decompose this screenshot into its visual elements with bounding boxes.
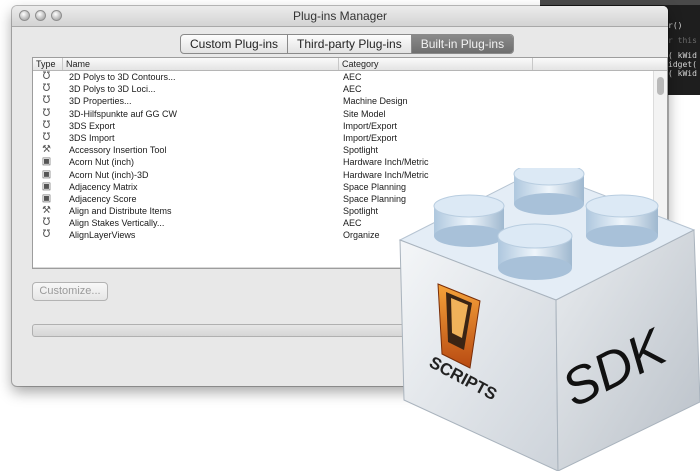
code-line: r this (668, 36, 697, 45)
script-icon: ℧ (42, 83, 51, 95)
editor-toolbar (540, 0, 700, 5)
plugin-name: Acorn Nut (inch) (69, 157, 135, 168)
code-line: ( kWid (668, 69, 697, 78)
window-title: Plug-ins Manager (292, 9, 388, 23)
column-header-extra (533, 58, 653, 70)
script-icon: ℧ (42, 119, 51, 131)
plugin-category: Spotlight (343, 145, 379, 156)
plugin-name: 3D Properties... (69, 96, 132, 107)
object-icon: ▣ (41, 180, 52, 192)
code-line: ( kWid (668, 51, 697, 60)
wrench-icon: ⚒ (42, 144, 51, 156)
plugin-name: 3DS Import (69, 132, 115, 143)
plugin-name: Acorn Nut (inch)-3D (69, 169, 149, 180)
script-icon: ℧ (42, 107, 51, 119)
plugin-category: Import/Export (343, 132, 398, 143)
plugin-name: Adjacency Score (69, 193, 137, 204)
plugin-category: Site Model (343, 108, 386, 119)
plugin-category: Hardware Inch/Metric (343, 157, 429, 168)
object-icon: ▣ (41, 156, 52, 168)
column-header-name[interactable]: Name (63, 58, 339, 70)
plugin-category: AEC (343, 218, 362, 229)
plugin-type-tabs: Custom Plug-ins Third-party Plug-ins Bui… (180, 34, 515, 54)
table-row[interactable]: ℧ 3D Polys to 3D Loci... AEC (33, 83, 653, 95)
plugin-name: 3D Polys to 3D Loci... (69, 84, 156, 95)
plugin-name: Accessory Insertion Tool (69, 145, 167, 156)
table-header: Type Name Category (33, 58, 667, 71)
plugin-name: Align Stakes Vertically... (69, 218, 165, 229)
plugin-name: Align and Distribute Items (69, 206, 172, 217)
plugin-category: AEC (343, 72, 362, 82)
code-line: r() (668, 21, 683, 30)
scrollbar-thumb[interactable] (657, 77, 664, 95)
plugin-name: 3D-Hilfspunkte auf GG CW (69, 108, 178, 119)
script-icon: ℧ (42, 95, 51, 107)
script-icon: ℧ (42, 131, 51, 143)
plugin-name: Adjacency Matrix (69, 181, 138, 192)
column-header-type[interactable]: Type (33, 58, 63, 70)
script-icon: ℧ (42, 71, 51, 82)
script-icon: ℧ (42, 217, 51, 229)
plugin-name: 3DS Export (69, 120, 116, 131)
title-bar[interactable]: Plug-ins Manager (12, 6, 668, 27)
table-row[interactable]: ℧ 3D-Hilfspunkte auf GG CW Site Model (33, 108, 653, 120)
table-row[interactable]: ℧ 3DS Export Import/Export (33, 120, 653, 132)
cube-stud-front (497, 223, 573, 280)
code-line: idget( (668, 60, 697, 69)
plugin-category: Organize (343, 230, 380, 241)
script-icon: ℧ (42, 229, 51, 241)
tab-third-party-plugins[interactable]: Third-party Plug-ins (288, 35, 412, 53)
plugin-category: Import/Export (343, 120, 398, 131)
tab-built-in-plugins[interactable]: Built-in Plug-ins (411, 35, 514, 53)
table-row[interactable]: ℧ 2D Polys to 3D Contours... AEC (33, 71, 653, 83)
cube-stud-back (513, 168, 585, 215)
table-row[interactable]: ▣ Acorn Nut (inch) Hardware Inch/Metric (33, 156, 653, 168)
table-row[interactable]: ⚒ Accessory Insertion Tool Spotlight (33, 144, 653, 156)
object-icon: ▣ (41, 192, 52, 204)
plugin-name: AlignLayerViews (69, 230, 136, 241)
plugin-name: 2D Polys to 3D Contours... (69, 72, 176, 82)
tab-custom-plugins[interactable]: Custom Plug-ins (181, 35, 289, 53)
customize-button[interactable]: Customize... (32, 282, 108, 301)
sdk-scripts-graphic: SCRIPTS SDK (398, 168, 700, 471)
wrench-icon: ⚒ (42, 205, 51, 217)
object-icon: ▣ (41, 168, 52, 180)
cube-stud-right (585, 194, 659, 247)
plugin-category: AEC (343, 84, 362, 95)
cube-stud-left (433, 194, 505, 247)
plugin-category: Spotlight (343, 206, 379, 217)
table-row[interactable]: ℧ 3D Properties... Machine Design (33, 95, 653, 107)
plugin-category: Machine Design (343, 96, 408, 107)
column-header-category[interactable]: Category (339, 58, 533, 70)
table-row[interactable]: ℧ 3DS Import Import/Export (33, 132, 653, 144)
